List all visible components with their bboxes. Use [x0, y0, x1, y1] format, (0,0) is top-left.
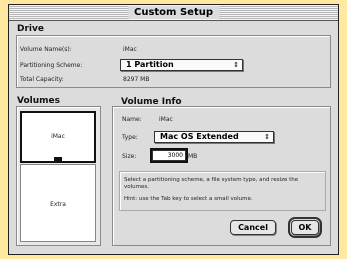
cancel-button[interactable]: Cancel — [230, 220, 276, 235]
help-panel: Select a partitioning scheme, a file sys… — [119, 171, 326, 211]
volume-info-group: Name: iMac Type: Mac OS Extended ⇕ Size:… — [112, 106, 331, 246]
total-capacity-value: 8297 MB — [123, 76, 150, 83]
size-input[interactable]: 3000 — [150, 148, 188, 163]
drive-group-title: Drive — [17, 24, 44, 34]
title-bar[interactable]: Custom Setup — [9, 5, 338, 21]
size-unit: MB — [188, 153, 198, 160]
volume-label-extra: Extra — [50, 201, 66, 208]
partitioning-scheme-label: Partitioning Scheme: — [20, 62, 83, 69]
volume-name-field-value: iMac — [159, 116, 173, 123]
file-system-type-popup[interactable]: Mac OS Extended ⇕ — [154, 131, 274, 143]
updown-arrows-icon: ⇕ — [264, 133, 270, 141]
hint-text: Hint: use the Tab key to select a small … — [124, 196, 253, 202]
partitioning-scheme-value: 1 Partition — [126, 60, 174, 69]
volume-name-value: iMac — [123, 46, 137, 53]
window-title: Custom Setup — [127, 6, 220, 19]
file-system-type-value: Mac OS Extended — [160, 132, 239, 141]
ok-button[interactable]: OK — [288, 217, 322, 238]
volume-label-imac: iMac — [51, 133, 65, 140]
help-text: Select a partitioning scheme, a file sys… — [124, 177, 299, 190]
type-label: Type: — [122, 134, 138, 141]
size-label: Size: — [122, 153, 137, 160]
volumes-group-title: Volumes — [17, 96, 60, 106]
drive-group: Volume Name(s): iMac Partitioning Scheme… — [16, 35, 331, 88]
volume-name-label: Volume Name(s): — [20, 46, 72, 53]
volume-block-imac[interactable]: iMac — [20, 111, 96, 163]
partitioning-scheme-popup[interactable]: 1 Partition ⇕ — [120, 59, 243, 71]
volumes-group: iMac Extra — [16, 106, 101, 246]
resize-handle[interactable] — [54, 157, 62, 161]
volume-name-field-label: Name: — [122, 116, 142, 123]
total-capacity-label: Total Capacity: — [20, 76, 64, 83]
volume-block-extra[interactable]: Extra — [20, 164, 96, 242]
updown-arrows-icon: ⇕ — [233, 61, 239, 69]
custom-setup-window: Custom Setup Drive Volume Name(s): iMac … — [8, 4, 339, 255]
